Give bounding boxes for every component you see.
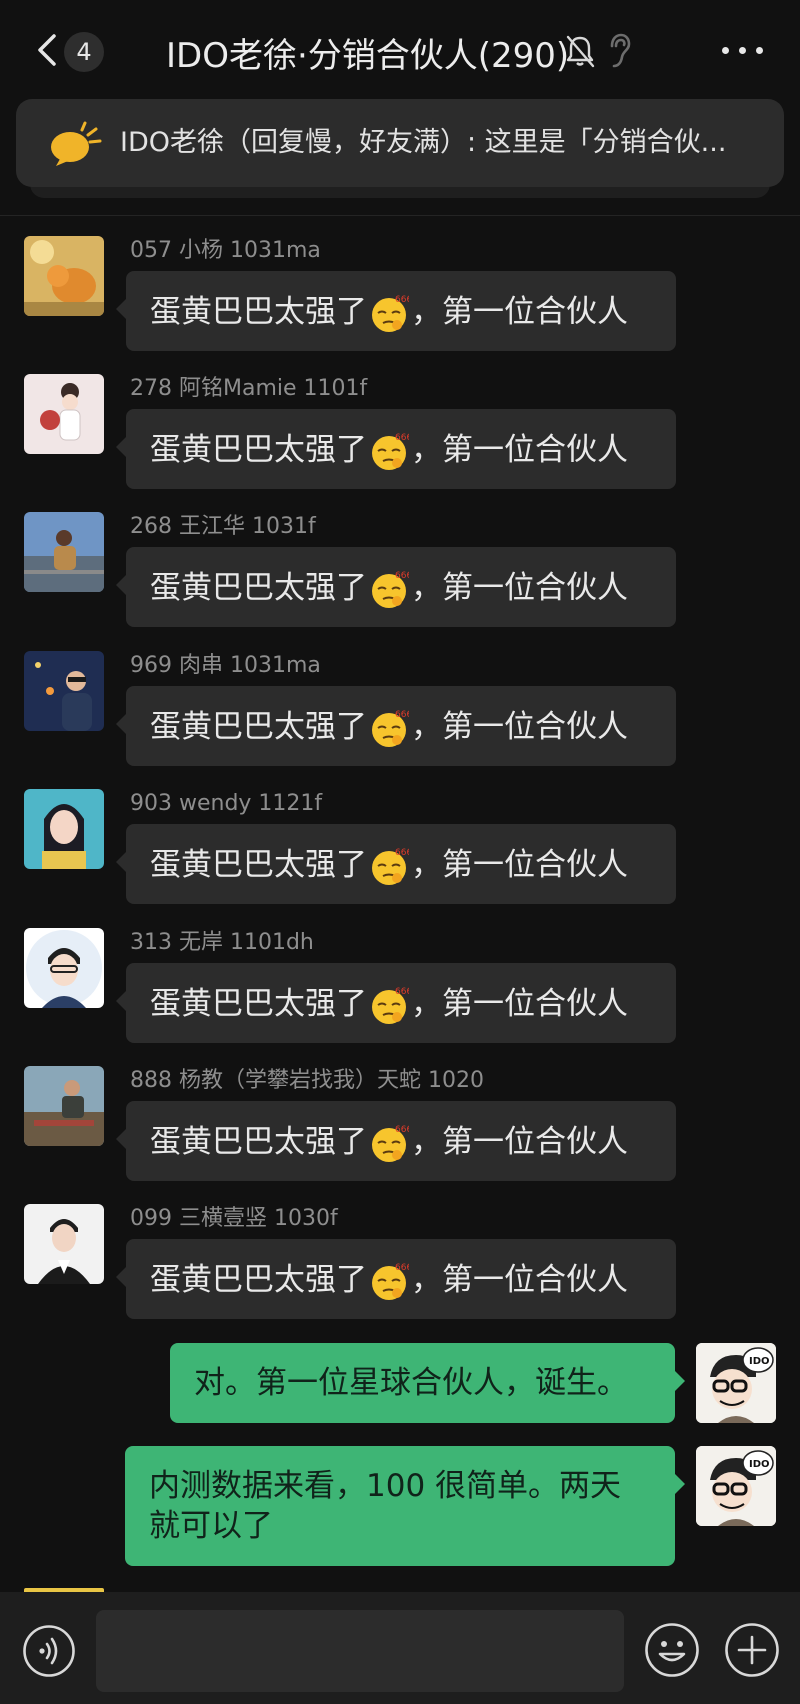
avatar[interactable] (24, 1204, 104, 1284)
emoji-icon[interactable] (644, 1622, 700, 1678)
pinned-notice[interactable]: IDO老徐（回复慢，好友满）: 这里是「分销合伙... (16, 99, 784, 187)
sender-name: 903 wendy 1121f (130, 791, 323, 816)
avatar[interactable] (24, 651, 104, 731)
smirk-666-emoji-icon: 666 (372, 710, 409, 747)
sender-name: 313 无岸 1101dh (130, 930, 314, 955)
svg-text:666: 666 (395, 987, 409, 997)
message-text-line: 内测数据来看，100 很简单。两天 (149, 1468, 622, 1504)
avatar[interactable] (24, 789, 104, 869)
message-text-suffix: ，第一位合伙人 (411, 986, 628, 1022)
my-avatar[interactable]: IDO (696, 1446, 776, 1526)
message-text-suffix: ，第一位合伙人 (411, 1124, 628, 1160)
avatar[interactable] (24, 928, 104, 1008)
message-text: 蛋黄巴巴太强了 (150, 294, 367, 330)
message-text-suffix: ，第一位合伙人 (411, 294, 628, 330)
message-bubble[interactable]: 蛋黄巴巴太强了 666，第一位合伙人 (116, 547, 676, 627)
message-text: 蛋黄巴巴太强了 (150, 432, 367, 468)
message-text-suffix: ，第一位合伙人 (411, 432, 628, 468)
sender-name: 888 杨教（学攀岩找我）天蛇 1020 (130, 1068, 484, 1093)
my-message-bubble[interactable]: 对。第一位星球合伙人，诞生。 (170, 1343, 685, 1423)
message-text-suffix: ，第一位合伙人 (411, 570, 628, 606)
sender-name: 268 王江华 1031f (130, 514, 316, 539)
smirk-666-emoji-icon: 666 (372, 987, 409, 1024)
message-text: 对。第一位星球合伙人，诞生。 (194, 1365, 628, 1401)
smirk-666-emoji-icon: 666 (372, 295, 409, 332)
announcement-icon (51, 121, 102, 166)
my-avatar-label: IDO (749, 1356, 770, 1367)
chat-message: 888 杨教（学攀岩找我）天蛇 1020 蛋黄巴巴太强了 666，第一位合伙人 (0, 1066, 800, 1191)
message-text: 蛋黄巴巴太强了 (150, 570, 367, 606)
plus-icon[interactable] (724, 1622, 780, 1678)
avatar[interactable] (24, 512, 104, 592)
chat-message: 268 王江华 1031f 蛋黄巴巴太强了 666，第一位合伙人 (0, 512, 800, 637)
unread-count-badge[interactable]: 4 (64, 32, 104, 72)
svg-text:666: 666 (395, 571, 409, 581)
my-avatar-label: IDO (749, 1459, 770, 1470)
sender-name: 969 肉串 1031ma (130, 653, 321, 678)
more-options-button[interactable] (722, 40, 764, 60)
divider (0, 215, 800, 216)
voice-input-icon[interactable] (22, 1624, 76, 1678)
notice-text: IDO老徐（回复慢，好友满）: 这里是「分销合伙... (120, 127, 727, 158)
message-text-suffix: ，第一位合伙人 (411, 709, 628, 745)
sender-name: 099 三横壹竖 1030f (130, 1206, 338, 1231)
chat-message: 278 阿铭Mamie 1101f 蛋黄巴巴太强了 666，第一位合伙人 (0, 374, 800, 499)
chat-message: 099 三横壹竖 1030f 蛋黄巴巴太强了 666，第一位合伙人 (0, 1204, 800, 1329)
smirk-666-emoji-icon: 666 (372, 571, 409, 608)
svg-text:666: 666 (395, 295, 409, 305)
smirk-666-emoji-icon: 666 (372, 848, 409, 885)
smirk-666-emoji-icon: 666 (372, 433, 409, 470)
avatar[interactable] (24, 374, 104, 454)
smirk-666-emoji-icon: 666 (372, 1263, 409, 1300)
message-bubble[interactable]: 蛋黄巴巴太强了 666，第一位合伙人 (116, 824, 676, 904)
smirk-666-emoji-icon: 666 (372, 1125, 409, 1162)
message-text: 蛋黄巴巴太强了 (150, 986, 367, 1022)
chat-message: 057 小杨 1031ma 蛋黄巴巴太强了 666，第一位合伙人 (0, 236, 800, 361)
message-text: 蛋黄巴巴太强了 (150, 709, 367, 745)
earpiece-mode-icon (610, 33, 631, 68)
svg-text:666: 666 (395, 433, 409, 443)
message-text: 蛋黄巴巴太强了 (150, 1124, 367, 1160)
message-text-line: 就可以了 (149, 1508, 273, 1544)
my-message-bubble[interactable]: 内测数据来看，100 很简单。两天 就可以了 (125, 1446, 685, 1566)
sender-name: 278 阿铭Mamie 1101f (130, 376, 368, 401)
message-input[interactable] (96, 1610, 624, 1692)
my-avatar[interactable]: IDO (696, 1343, 776, 1423)
svg-text:666: 666 (395, 848, 409, 858)
avatar[interactable] (24, 236, 104, 316)
chat-message: 969 肉串 1031ma 蛋黄巴巴太强了 666，第一位合伙人 (0, 651, 800, 776)
message-text: 蛋黄巴巴太强了 (150, 847, 367, 883)
message-bubble[interactable]: 蛋黄巴巴太强了 666，第一位合伙人 (116, 1239, 676, 1319)
message-text-suffix: ，第一位合伙人 (411, 1262, 628, 1298)
svg-text:666: 666 (395, 1263, 409, 1273)
message-bubble[interactable]: 蛋黄巴巴太强了 666，第一位合伙人 (116, 686, 676, 766)
sender-name: 057 小杨 1031ma (130, 238, 321, 263)
back-arrow-icon[interactable] (28, 30, 68, 70)
message-text: 蛋黄巴巴太强了 (150, 1262, 367, 1298)
chat-message: 903 wendy 1121f 蛋黄巴巴太强了 666，第一位合伙人 (0, 789, 800, 914)
chat-message: 313 无岸 1101dh 蛋黄巴巴太强了 666，第一位合伙人 (0, 928, 800, 1053)
message-bubble[interactable]: 蛋黄巴巴太强了 666，第一位合伙人 (116, 963, 676, 1043)
message-text-suffix: ，第一位合伙人 (411, 847, 628, 883)
avatar[interactable] (24, 1066, 104, 1146)
chat-header: 4 IDO老徐·分销合伙人(290) (0, 0, 800, 100)
message-bubble[interactable]: 蛋黄巴巴太强了 666，第一位合伙人 (116, 271, 676, 351)
svg-text:666: 666 (395, 710, 409, 720)
mute-bell-icon (566, 35, 595, 68)
svg-text:666: 666 (395, 1125, 409, 1135)
input-bar (0, 1592, 800, 1704)
message-bubble[interactable]: 蛋黄巴巴太强了 666，第一位合伙人 (116, 1101, 676, 1181)
chat-title: IDO老徐·分销合伙人(290) (166, 36, 570, 76)
message-bubble[interactable]: 蛋黄巴巴太强了 666，第一位合伙人 (116, 409, 676, 489)
